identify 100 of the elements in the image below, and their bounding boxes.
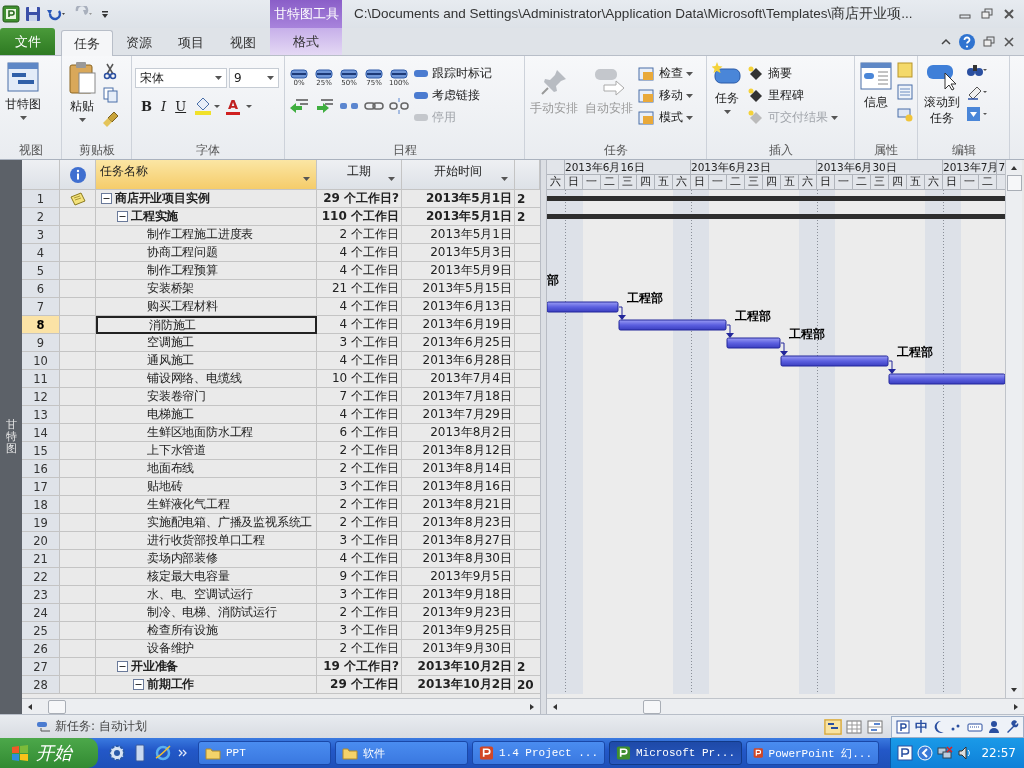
network-icon[interactable] <box>937 745 954 761</box>
taskbar-button[interactable]: PPT <box>198 741 331 765</box>
collapse-icon[interactable] <box>101 193 112 204</box>
row-number[interactable]: 2 <box>22 208 60 226</box>
row-number[interactable]: 10 <box>22 352 60 370</box>
task-name-cell[interactable]: 制冷、电梯、消防试运行 <box>96 604 317 622</box>
fill-down-icon[interactable] <box>966 106 989 122</box>
row-number[interactable]: 7 <box>22 298 60 316</box>
restore-icon[interactable] <box>980 8 994 20</box>
row-number[interactable]: 13 <box>22 406 60 424</box>
unlink-icon[interactable] <box>388 97 410 115</box>
row-number[interactable]: 15 <box>22 442 60 460</box>
ribbon-tab[interactable]: 视图 <box>217 31 269 55</box>
ribbon-tab[interactable]: 资源 <box>113 31 165 55</box>
task-name-cell[interactable]: 卖场内部装修 <box>96 550 317 568</box>
insert-task-button[interactable]: 任务 <box>710 59 744 116</box>
row-number[interactable]: 9 <box>22 334 60 352</box>
vertical-scrollbar[interactable] <box>1005 160 1022 698</box>
row-number[interactable]: 26 <box>22 640 60 658</box>
information-button[interactable]: 信息 <box>858 59 894 113</box>
new-task-mode[interactable]: 新任务: 自动计划 <box>36 718 147 735</box>
task-name-cell[interactable]: 商店开业项目实例 <box>96 190 317 208</box>
team-planner-icon[interactable] <box>866 718 884 735</box>
scissors-icon[interactable] <box>102 62 118 80</box>
task-bar[interactable] <box>888 373 1005 385</box>
row-number[interactable]: 1 <box>22 190 60 208</box>
task-name-cell[interactable]: 制作工程预算 <box>96 262 317 280</box>
row-number[interactable]: 25 <box>22 622 60 640</box>
row-number[interactable]: 5 <box>22 262 60 280</box>
task-bar[interactable] <box>780 355 889 367</box>
ribbon-command[interactable]: 考虑链接 <box>413 87 492 104</box>
row-number[interactable]: 11 <box>22 370 60 388</box>
scroll-thumb[interactable] <box>48 699 66 714</box>
row-number[interactable]: 22 <box>22 568 60 586</box>
person-icon[interactable] <box>988 719 1000 734</box>
column-header[interactable]: 开始时间 <box>402 160 515 190</box>
task-name-cell[interactable]: 上下水管道 <box>96 442 317 460</box>
task-name-cell[interactable]: 协商工程问题 <box>96 244 317 262</box>
font-size-field[interactable]: 9 <box>229 68 279 88</box>
arrow-icon[interactable] <box>26 702 34 711</box>
arrow-icon[interactable] <box>551 702 559 711</box>
underline-button[interactable]: U <box>173 98 189 114</box>
close-icon[interactable] <box>1002 35 1016 48</box>
app-icon[interactable] <box>896 719 910 734</box>
task-name-cell[interactable]: 电梯施工 <box>96 406 317 424</box>
task-bar[interactable] <box>547 301 619 313</box>
task-name-cell[interactable]: 铺设网络、电缆线 <box>96 370 317 388</box>
row-number[interactable]: 18 <box>22 496 60 514</box>
row-number[interactable]: 28 <box>22 676 60 694</box>
taskbar-button[interactable]: 软件 <box>335 741 468 765</box>
restore-icon[interactable] <box>982 35 996 48</box>
taskbar-button[interactable]: PowerPoint 幻... <box>746 741 879 765</box>
task-name-cell[interactable]: 生鲜区地面防水工程 <box>96 424 317 442</box>
task-name-cell[interactable]: 贴地砖 <box>96 478 317 496</box>
arrow-icon[interactable] <box>1010 164 1018 172</box>
ribbon-tab[interactable]: 任务 <box>61 30 113 56</box>
ribbon-tab[interactable]: 格式 <box>270 28 342 55</box>
italic-button[interactable]: I <box>159 98 169 114</box>
select-all-cell[interactable] <box>22 160 60 190</box>
ribbon-command[interactable]: 移动 <box>638 87 693 104</box>
task-name-cell[interactable]: 进行收货部投单口工程 <box>96 532 317 550</box>
task-bar[interactable] <box>726 337 781 349</box>
paste-button[interactable]: 粘贴 <box>65 59 99 124</box>
task-name-cell[interactable]: 前期工作 <box>96 676 317 694</box>
tower-computer-icon[interactable] <box>132 744 148 762</box>
collapse-icon[interactable] <box>133 679 144 690</box>
row-number[interactable]: 19 <box>22 514 60 532</box>
row-number[interactable]: 6 <box>22 280 60 298</box>
browser-icon[interactable] <box>154 744 172 762</box>
task-name-cell[interactable]: 购买工程材料 <box>96 298 317 316</box>
row-number[interactable]: 17 <box>22 478 60 496</box>
task-name-cell[interactable]: 开业准备 <box>96 658 317 676</box>
taskbar-button[interactable]: 1.4 Project ... <box>472 741 605 765</box>
ribbon-command[interactable]: 模式 <box>638 109 693 126</box>
brush-icon[interactable] <box>102 110 120 128</box>
wrench-icon[interactable] <box>1005 719 1019 734</box>
moon-icon[interactable] <box>933 719 945 734</box>
chevron-icon[interactable] <box>178 748 188 758</box>
ribbon-command[interactable]: 检查 <box>638 65 693 82</box>
arrow-icon[interactable] <box>528 702 536 711</box>
scroll-thumb[interactable] <box>1006 175 1022 191</box>
row-number[interactable]: 8 <box>22 316 60 334</box>
row-number[interactable]: 16 <box>22 460 60 478</box>
task-name-cell[interactable]: 水、电、空调试运行 <box>96 586 317 604</box>
font-color-button[interactable]: A <box>226 97 241 115</box>
task-name-cell[interactable]: 生鲜液化气工程 <box>96 496 317 514</box>
gear-icon[interactable] <box>108 744 126 762</box>
task-name-cell[interactable]: 消防施工 <box>96 316 317 334</box>
binoculars-icon[interactable] <box>966 62 989 78</box>
scroll-to-task-button[interactable]: 滚动到任务 <box>921 59 964 128</box>
collapse-icon[interactable] <box>117 211 128 222</box>
task-name-cell[interactable]: 地面布线 <box>96 460 317 478</box>
bold-button[interactable]: B <box>139 98 154 114</box>
start-button[interactable]: 开始 <box>0 738 98 768</box>
task-name-cell[interactable]: 核定最大电容量 <box>96 568 317 586</box>
font-name-field[interactable]: 宋体 <box>135 68 227 88</box>
outdent-icon[interactable] <box>288 97 310 115</box>
row-number[interactable]: 27 <box>22 658 60 676</box>
row-number[interactable]: 23 <box>22 586 60 604</box>
close-icon[interactable] <box>1002 8 1016 20</box>
